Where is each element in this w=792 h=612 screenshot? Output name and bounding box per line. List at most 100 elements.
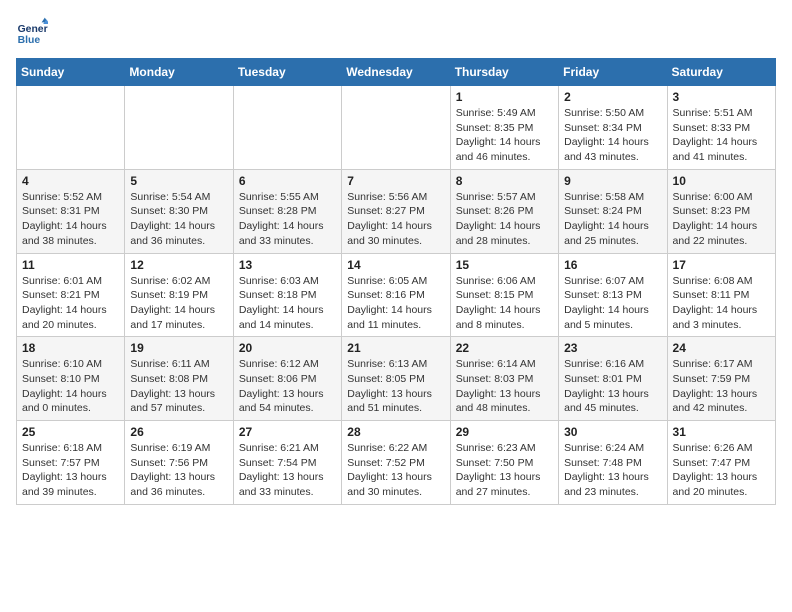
day-number: 9 — [564, 174, 661, 188]
day-number: 18 — [22, 341, 119, 355]
svg-text:Blue: Blue — [18, 35, 41, 46]
day-info: Sunrise: 6:22 AM Sunset: 7:52 PM Dayligh… — [347, 441, 444, 500]
logo-icon: General Blue — [16, 16, 48, 48]
calendar-cell — [125, 86, 233, 170]
calendar-week-row: 18 Sunrise: 6:10 AM Sunset: 8:10 PM Dayli… — [17, 337, 776, 421]
day-number: 21 — [347, 341, 444, 355]
calendar-header-row: SundayMondayTuesdayWednesdayThursdayFrid… — [17, 59, 776, 86]
day-number: 6 — [239, 174, 336, 188]
calendar-cell — [233, 86, 341, 170]
calendar-cell: 14 Sunrise: 6:05 AM Sunset: 8:16 PM Dayli… — [342, 253, 450, 337]
day-of-week-header: Wednesday — [342, 59, 450, 86]
day-info: Sunrise: 6:11 AM Sunset: 8:08 PM Dayligh… — [130, 357, 227, 416]
day-number: 19 — [130, 341, 227, 355]
day-of-week-header: Tuesday — [233, 59, 341, 86]
calendar-cell: 4 Sunrise: 5:52 AM Sunset: 8:31 PM Daylig… — [17, 169, 125, 253]
calendar-cell: 9 Sunrise: 5:58 AM Sunset: 8:24 PM Daylig… — [559, 169, 667, 253]
day-number: 7 — [347, 174, 444, 188]
day-number: 29 — [456, 425, 553, 439]
day-number: 8 — [456, 174, 553, 188]
day-info: Sunrise: 6:17 AM Sunset: 7:59 PM Dayligh… — [673, 357, 770, 416]
calendar-cell: 7 Sunrise: 5:56 AM Sunset: 8:27 PM Daylig… — [342, 169, 450, 253]
day-of-week-header: Monday — [125, 59, 233, 86]
day-number: 12 — [130, 258, 227, 272]
day-info: Sunrise: 6:19 AM Sunset: 7:56 PM Dayligh… — [130, 441, 227, 500]
day-number: 31 — [673, 425, 770, 439]
calendar-cell: 18 Sunrise: 6:10 AM Sunset: 8:10 PM Dayli… — [17, 337, 125, 421]
day-info: Sunrise: 6:12 AM Sunset: 8:06 PM Dayligh… — [239, 357, 336, 416]
day-info: Sunrise: 5:50 AM Sunset: 8:34 PM Dayligh… — [564, 106, 661, 165]
calendar-cell — [342, 86, 450, 170]
day-info: Sunrise: 6:10 AM Sunset: 8:10 PM Dayligh… — [22, 357, 119, 416]
day-info: Sunrise: 6:01 AM Sunset: 8:21 PM Dayligh… — [22, 274, 119, 333]
day-number: 4 — [22, 174, 119, 188]
calendar-cell: 3Sunrise: 5:51 AM Sunset: 8:33 PM Daylig… — [667, 86, 775, 170]
day-info: Sunrise: 6:07 AM Sunset: 8:13 PM Dayligh… — [564, 274, 661, 333]
day-number: 2 — [564, 90, 661, 104]
day-info: Sunrise: 6:00 AM Sunset: 8:23 PM Dayligh… — [673, 190, 770, 249]
calendar-cell: 5Sunrise: 5:54 AM Sunset: 8:30 PM Daylig… — [125, 169, 233, 253]
day-info: Sunrise: 6:08 AM Sunset: 8:11 PM Dayligh… — [673, 274, 770, 333]
day-of-week-header: Sunday — [17, 59, 125, 86]
day-info: Sunrise: 6:24 AM Sunset: 7:48 PM Dayligh… — [564, 441, 661, 500]
day-info: Sunrise: 5:56 AM Sunset: 8:27 PM Dayligh… — [347, 190, 444, 249]
calendar-week-row: 25 Sunrise: 6:18 AM Sunset: 7:57 PM Dayli… — [17, 421, 776, 505]
calendar-cell: 29 Sunrise: 6:23 AM Sunset: 7:50 PM Dayli… — [450, 421, 558, 505]
day-info: Sunrise: 5:55 AM Sunset: 8:28 PM Dayligh… — [239, 190, 336, 249]
day-number: 13 — [239, 258, 336, 272]
day-number: 11 — [22, 258, 119, 272]
day-of-week-header: Friday — [559, 59, 667, 86]
calendar-cell: 23Sunrise: 6:16 AM Sunset: 8:01 PM Dayli… — [559, 337, 667, 421]
day-number: 17 — [673, 258, 770, 272]
calendar-cell: 24 Sunrise: 6:17 AM Sunset: 7:59 PM Dayli… — [667, 337, 775, 421]
day-number: 22 — [456, 341, 553, 355]
day-info: Sunrise: 6:06 AM Sunset: 8:15 PM Dayligh… — [456, 274, 553, 333]
day-number: 25 — [22, 425, 119, 439]
day-info: Sunrise: 6:05 AM Sunset: 8:16 PM Dayligh… — [347, 274, 444, 333]
day-number: 10 — [673, 174, 770, 188]
day-number: 16 — [564, 258, 661, 272]
day-info: Sunrise: 6:26 AM Sunset: 7:47 PM Dayligh… — [673, 441, 770, 500]
day-of-week-header: Saturday — [667, 59, 775, 86]
day-number: 1 — [456, 90, 553, 104]
calendar-week-row: 1 Sunrise: 5:49 AM Sunset: 8:35 PM Daylig… — [17, 86, 776, 170]
day-number: 28 — [347, 425, 444, 439]
calendar-cell: 1 Sunrise: 5:49 AM Sunset: 8:35 PM Daylig… — [450, 86, 558, 170]
calendar-cell: 6 Sunrise: 5:55 AM Sunset: 8:28 PM Daylig… — [233, 169, 341, 253]
calendar-cell: 11 Sunrise: 6:01 AM Sunset: 8:21 PM Dayli… — [17, 253, 125, 337]
calendar-cell: 20Sunrise: 6:12 AM Sunset: 8:06 PM Dayli… — [233, 337, 341, 421]
day-info: Sunrise: 6:16 AM Sunset: 8:01 PM Dayligh… — [564, 357, 661, 416]
calendar-cell: 13 Sunrise: 6:03 AM Sunset: 8:18 PM Dayli… — [233, 253, 341, 337]
calendar-cell: 8Sunrise: 5:57 AM Sunset: 8:26 PM Daylig… — [450, 169, 558, 253]
day-info: Sunrise: 6:03 AM Sunset: 8:18 PM Dayligh… — [239, 274, 336, 333]
logo: General Blue — [16, 16, 52, 48]
calendar-cell: 22Sunrise: 6:14 AM Sunset: 8:03 PM Dayli… — [450, 337, 558, 421]
calendar-cell: 16 Sunrise: 6:07 AM Sunset: 8:13 PM Dayli… — [559, 253, 667, 337]
day-info: Sunrise: 5:52 AM Sunset: 8:31 PM Dayligh… — [22, 190, 119, 249]
calendar-week-row: 4 Sunrise: 5:52 AM Sunset: 8:31 PM Daylig… — [17, 169, 776, 253]
day-number: 27 — [239, 425, 336, 439]
day-number: 3 — [673, 90, 770, 104]
calendar-table: SundayMondayTuesdayWednesdayThursdayFrid… — [16, 58, 776, 505]
calendar-week-row: 11 Sunrise: 6:01 AM Sunset: 8:21 PM Dayli… — [17, 253, 776, 337]
day-info: Sunrise: 6:13 AM Sunset: 8:05 PM Dayligh… — [347, 357, 444, 416]
day-number: 15 — [456, 258, 553, 272]
calendar-cell — [17, 86, 125, 170]
page-header: General Blue — [16, 16, 776, 48]
day-info: Sunrise: 6:21 AM Sunset: 7:54 PM Dayligh… — [239, 441, 336, 500]
day-of-week-header: Thursday — [450, 59, 558, 86]
day-info: Sunrise: 6:18 AM Sunset: 7:57 PM Dayligh… — [22, 441, 119, 500]
calendar-cell: 28 Sunrise: 6:22 AM Sunset: 7:52 PM Dayli… — [342, 421, 450, 505]
day-number: 14 — [347, 258, 444, 272]
calendar-cell: 12Sunrise: 6:02 AM Sunset: 8:19 PM Dayli… — [125, 253, 233, 337]
calendar-cell: 25 Sunrise: 6:18 AM Sunset: 7:57 PM Dayli… — [17, 421, 125, 505]
day-number: 24 — [673, 341, 770, 355]
calendar-cell: 17 Sunrise: 6:08 AM Sunset: 8:11 PM Dayli… — [667, 253, 775, 337]
day-number: 30 — [564, 425, 661, 439]
day-info: Sunrise: 5:58 AM Sunset: 8:24 PM Dayligh… — [564, 190, 661, 249]
calendar-cell: 31 Sunrise: 6:26 AM Sunset: 7:47 PM Dayli… — [667, 421, 775, 505]
day-info: Sunrise: 6:23 AM Sunset: 7:50 PM Dayligh… — [456, 441, 553, 500]
calendar-cell: 26Sunrise: 6:19 AM Sunset: 7:56 PM Dayli… — [125, 421, 233, 505]
calendar-cell: 21 Sunrise: 6:13 AM Sunset: 8:05 PM Dayli… — [342, 337, 450, 421]
day-info: Sunrise: 5:49 AM Sunset: 8:35 PM Dayligh… — [456, 106, 553, 165]
